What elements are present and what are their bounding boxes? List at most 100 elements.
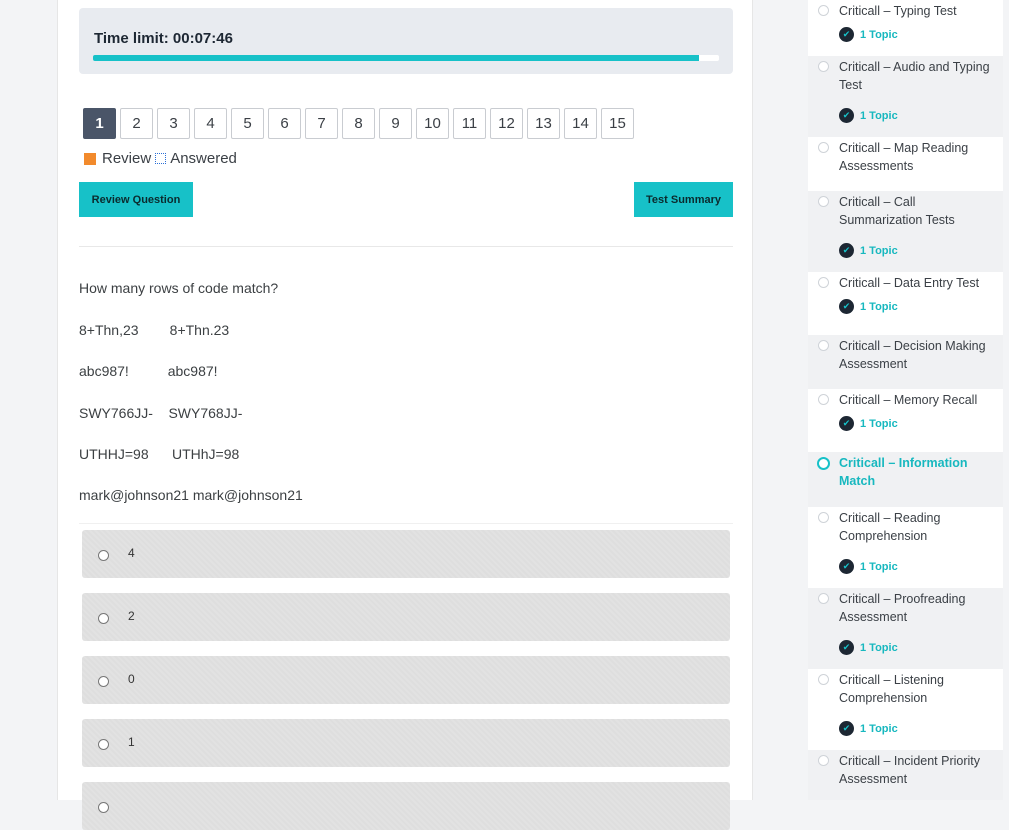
chevron-down-icon[interactable]: ✔ [839, 243, 854, 258]
sidebar-lesson-title[interactable]: Criticall – Reading Comprehension [839, 509, 999, 545]
page-button-3[interactable]: 3 [157, 108, 190, 139]
topic-badge[interactable]: ✔ 1 Topic [839, 299, 898, 314]
question-pager: 1 2 3 4 5 6 7 8 9 10 11 12 13 14 15 [83, 108, 634, 139]
chevron-down-icon[interactable]: ✔ [839, 721, 854, 736]
chevron-down-icon[interactable]: ✔ [839, 27, 854, 42]
sidebar-lesson-item[interactable]: Criticall – Decision Making Assessment [808, 335, 1003, 389]
topic-count-label: 1 Topic [860, 417, 898, 430]
sidebar-lesson-title[interactable]: Criticall – Incident Priority Assessment [839, 752, 999, 788]
page-button-1[interactable]: 1 [83, 108, 116, 139]
radio-button[interactable] [98, 739, 109, 750]
lesson-circle-icon [818, 142, 829, 153]
sidebar-lesson-item[interactable]: Criticall – Proofreading Assessment ✔ 1 To… [808, 588, 1003, 669]
review-question-button[interactable]: Review Question [79, 182, 193, 217]
page-button-12[interactable]: 12 [490, 108, 523, 139]
answer-option[interactable]: 2 [82, 593, 730, 641]
sidebar-lesson-item[interactable]: Criticall – Data Entry Test ✔ 1 Topic [808, 272, 1003, 335]
radio-button[interactable] [98, 550, 109, 561]
page-button-5[interactable]: 5 [231, 108, 264, 139]
topic-count-label: 1 Topic [860, 560, 898, 573]
sidebar-lesson-title[interactable]: Criticall – Memory Recall [839, 391, 999, 409]
lesson-circle-icon [818, 755, 829, 766]
topic-count-label: 1 Topic [860, 109, 898, 122]
page-button-14[interactable]: 14 [564, 108, 597, 139]
sidebar-lesson-item[interactable]: Criticall – Incident Priority Assessment [808, 750, 1003, 800]
page-button-7[interactable]: 7 [305, 108, 338, 139]
timer-box: Time limit: 00:07:46 [79, 8, 733, 74]
review-swatch [84, 152, 96, 165]
page-button-4[interactable]: 4 [194, 108, 227, 139]
lesson-circle-icon [818, 196, 829, 207]
page-button-15[interactable]: 15 [601, 108, 634, 139]
lesson-circle-icon [818, 340, 829, 351]
sidebar-lesson-title[interactable]: Criticall – Call Summarization Tests [839, 193, 999, 229]
answer-option-label: 4 [128, 546, 135, 560]
topic-badge[interactable]: ✔ 1 Topic [839, 721, 898, 736]
topic-badge[interactable]: ✔ 1 Topic [839, 243, 898, 258]
page-button-2[interactable]: 2 [120, 108, 153, 139]
lesson-circle-icon [818, 674, 829, 685]
sidebar-lesson-item[interactable]: Criticall – Listening Comprehension ✔ 1 To… [808, 669, 1003, 750]
question-legend: Review Answered [84, 150, 237, 167]
timer-progress-fill [93, 55, 699, 61]
topic-badge[interactable]: ✔ 1 Topic [839, 27, 898, 42]
topic-badge[interactable]: ✔ 1 Topic [839, 416, 898, 431]
page-button-10[interactable]: 10 [416, 108, 449, 139]
topic-badge[interactable]: ✔ 1 Topic [839, 559, 898, 574]
sidebar-lesson-title[interactable]: Criticall – Data Entry Test [839, 274, 999, 292]
current-lesson-circle-icon [817, 457, 830, 470]
answer-option-label: 1 [128, 735, 135, 749]
lesson-circle-icon [818, 5, 829, 16]
topic-badge[interactable]: ✔ 1 Topic [839, 108, 898, 123]
topic-count-label: 1 Topic [860, 244, 898, 257]
chevron-down-icon[interactable]: ✔ [839, 108, 854, 123]
code-row: abc987! abc987! [79, 363, 218, 379]
answer-option[interactable] [82, 782, 730, 830]
code-row: mark@johnson21 mark@johnson21 [79, 487, 303, 503]
lesson-circle-icon [818, 394, 829, 405]
chevron-down-icon[interactable]: ✔ [839, 559, 854, 574]
course-sidebar: Criticall – Typing Test ✔ 1 Topic Criticall… [808, 0, 1003, 800]
answer-option[interactable]: 1 [82, 719, 730, 767]
sidebar-lesson-item[interactable]: Criticall – Memory Recall ✔ 1 Topic [808, 389, 1003, 452]
topic-count-label: 1 Topic [860, 300, 898, 313]
answer-option[interactable]: 4 [82, 530, 730, 578]
quiz-content: Time limit: 00:07:46 1 2 3 4 5 6 7 8 9 10 11 12 13 14… [57, 0, 753, 830]
sidebar-lesson-item[interactable]: Criticall – Information Match [808, 452, 1003, 507]
radio-button[interactable] [98, 802, 109, 813]
page-button-9[interactable]: 9 [379, 108, 412, 139]
sidebar-lesson-item[interactable]: Criticall – Call Summarization Tests ✔ 1 T… [808, 191, 1003, 272]
page-button-13[interactable]: 13 [527, 108, 560, 139]
sidebar-lesson-title[interactable]: Criticall – Map Reading Assessments [839, 139, 999, 175]
timer-label: Time limit: 00:07:46 [94, 30, 233, 47]
answer-option-label: 2 [128, 609, 135, 623]
chevron-down-icon[interactable]: ✔ [839, 416, 854, 431]
answer-option-label: 0 [128, 672, 135, 686]
test-summary-button[interactable]: Test Summary [634, 182, 733, 217]
chevron-down-icon[interactable]: ✔ [839, 640, 854, 655]
question-prompt: How many rows of code match? [79, 280, 279, 296]
page-button-8[interactable]: 8 [342, 108, 375, 139]
chevron-down-icon[interactable]: ✔ [839, 299, 854, 314]
sidebar-lesson-title[interactable]: Criticall – Audio and Typing Test [839, 58, 999, 94]
timer-progress-track [93, 55, 719, 61]
sidebar-lesson-title[interactable]: Criticall – Proofreading Assessment [839, 590, 999, 626]
sidebar-lesson-title[interactable]: Criticall – Typing Test [839, 2, 999, 20]
lesson-circle-icon [818, 593, 829, 604]
radio-button[interactable] [98, 613, 109, 624]
page-button-11[interactable]: 11 [453, 108, 486, 139]
code-row: UTHHJ=98 UTHhJ=98 [79, 446, 240, 462]
answer-option[interactable]: 0 [82, 656, 730, 704]
sidebar-lesson-item[interactable]: Criticall – Map Reading Assessments [808, 137, 1003, 191]
sidebar-lesson-item[interactable]: Criticall – Reading Comprehension ✔ 1 Topi… [808, 507, 1003, 588]
sidebar-lesson-title[interactable]: Criticall – Decision Making Assessment [839, 337, 999, 373]
lesson-circle-icon [818, 61, 829, 72]
sidebar-lesson-title[interactable]: Criticall – Listening Comprehension [839, 671, 999, 707]
topic-badge[interactable]: ✔ 1 Topic [839, 640, 898, 655]
sidebar-lesson-title[interactable]: Criticall – Information Match [839, 454, 999, 490]
legend-answered-label: Answered [170, 150, 237, 167]
sidebar-lesson-item[interactable]: Criticall – Audio and Typing Test ✔ 1 Topi… [808, 56, 1003, 137]
sidebar-lesson-item[interactable]: Criticall – Typing Test ✔ 1 Topic [808, 0, 1003, 56]
radio-button[interactable] [98, 676, 109, 687]
page-button-6[interactable]: 6 [268, 108, 301, 139]
